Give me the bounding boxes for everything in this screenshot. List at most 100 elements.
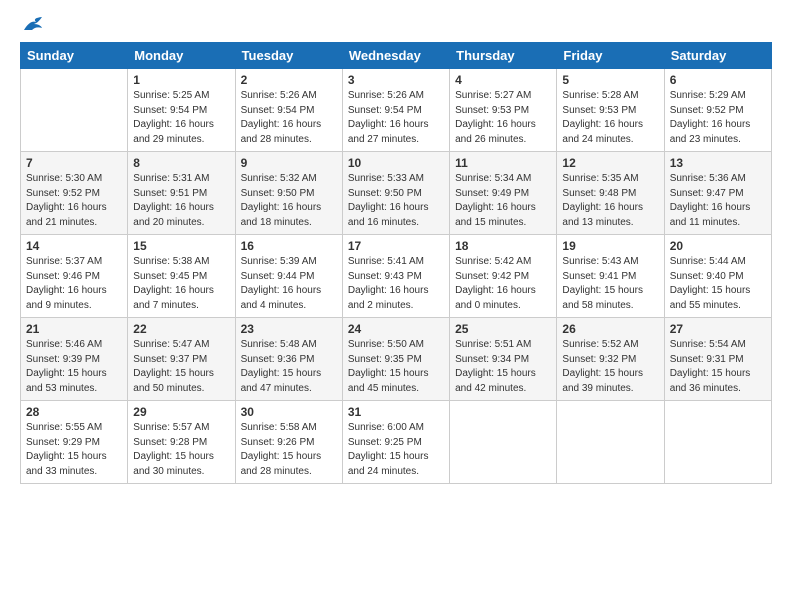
calendar-header-row: SundayMondayTuesdayWednesdayThursdayFrid…: [21, 43, 772, 69]
calendar-cell: 17 Sunrise: 5:41 AM Sunset: 9:43 PM Dayli…: [342, 235, 449, 318]
calendar-cell: 13 Sunrise: 5:36 AM Sunset: 9:47 PM Dayli…: [664, 152, 771, 235]
day-info: Sunrise: 5:42 AM Sunset: 9:42 PM Dayligh…: [455, 255, 551, 313]
day-number: 7: [26, 156, 122, 170]
calendar-day-header: Tuesday: [235, 43, 342, 69]
day-info: Sunrise: 5:30 AM Sunset: 9:52 PM Dayligh…: [26, 172, 122, 230]
calendar-cell: 14 Sunrise: 5:37 AM Sunset: 9:46 PM Dayli…: [21, 235, 128, 318]
day-info: Sunrise: 5:29 AM Sunset: 9:52 PM Dayligh…: [670, 89, 766, 147]
header: [20, 16, 772, 34]
calendar-cell: 12 Sunrise: 5:35 AM Sunset: 9:48 PM Dayli…: [557, 152, 664, 235]
day-info: Sunrise: 5:43 AM Sunset: 9:41 PM Dayligh…: [562, 255, 658, 313]
day-number: 2: [241, 73, 337, 87]
calendar-cell: 4Sunrise: 5:27 AM Sunset: 9:53 PM Daylig…: [450, 69, 557, 152]
day-info: Sunrise: 5:58 AM Sunset: 9:26 PM Dayligh…: [241, 421, 337, 479]
calendar-cell: [664, 401, 771, 484]
day-number: 29: [133, 405, 229, 419]
day-info: Sunrise: 6:00 AM Sunset: 9:25 PM Dayligh…: [348, 421, 444, 479]
calendar-cell: 15 Sunrise: 5:38 AM Sunset: 9:45 PM Dayli…: [128, 235, 235, 318]
calendar-cell: 29 Sunrise: 5:57 AM Sunset: 9:28 PM Dayli…: [128, 401, 235, 484]
day-info: Sunrise: 5:41 AM Sunset: 9:43 PM Dayligh…: [348, 255, 444, 313]
calendar-cell: 19 Sunrise: 5:43 AM Sunset: 9:41 PM Dayli…: [557, 235, 664, 318]
day-info: Sunrise: 5:35 AM Sunset: 9:48 PM Dayligh…: [562, 172, 658, 230]
day-info: Sunrise: 5:25 AM Sunset: 9:54 PM Dayligh…: [133, 89, 229, 147]
calendar-cell: 10 Sunrise: 5:33 AM Sunset: 9:50 PM Dayli…: [342, 152, 449, 235]
day-number: 8: [133, 156, 229, 170]
calendar-day-header: Wednesday: [342, 43, 449, 69]
day-info: Sunrise: 5:26 AM Sunset: 9:54 PM Dayligh…: [241, 89, 337, 147]
day-info: Sunrise: 5:34 AM Sunset: 9:49 PM Dayligh…: [455, 172, 551, 230]
day-info: Sunrise: 5:47 AM Sunset: 9:37 PM Dayligh…: [133, 338, 229, 396]
calendar-cell: 6 Sunrise: 5:29 AM Sunset: 9:52 PM Daylig…: [664, 69, 771, 152]
day-number: 26: [562, 322, 658, 336]
calendar-cell: 16 Sunrise: 5:39 AM Sunset: 9:44 PM Dayli…: [235, 235, 342, 318]
day-number: 19: [562, 239, 658, 253]
day-number: 22: [133, 322, 229, 336]
day-info: Sunrise: 5:36 AM Sunset: 9:47 PM Dayligh…: [670, 172, 766, 230]
calendar-cell: 27Sunrise: 5:54 AM Sunset: 9:31 PM Dayli…: [664, 318, 771, 401]
day-info: Sunrise: 5:52 AM Sunset: 9:32 PM Dayligh…: [562, 338, 658, 396]
calendar-week-row: 7 Sunrise: 5:30 AM Sunset: 9:52 PM Daylig…: [21, 152, 772, 235]
day-number: 10: [348, 156, 444, 170]
calendar-cell: 9Sunrise: 5:32 AM Sunset: 9:50 PM Daylig…: [235, 152, 342, 235]
day-info: Sunrise: 5:46 AM Sunset: 9:39 PM Dayligh…: [26, 338, 122, 396]
day-number: 1: [133, 73, 229, 87]
calendar-cell: [557, 401, 664, 484]
day-info: Sunrise: 5:37 AM Sunset: 9:46 PM Dayligh…: [26, 255, 122, 313]
calendar-cell: 30 Sunrise: 5:58 AM Sunset: 9:26 PM Dayli…: [235, 401, 342, 484]
day-info: Sunrise: 5:44 AM Sunset: 9:40 PM Dayligh…: [670, 255, 766, 313]
day-number: 13: [670, 156, 766, 170]
calendar-cell: 7 Sunrise: 5:30 AM Sunset: 9:52 PM Daylig…: [21, 152, 128, 235]
calendar-day-header: Saturday: [664, 43, 771, 69]
day-number: 15: [133, 239, 229, 253]
day-number: 30: [241, 405, 337, 419]
day-number: 17: [348, 239, 444, 253]
day-number: 14: [26, 239, 122, 253]
day-number: 23: [241, 322, 337, 336]
day-info: Sunrise: 5:50 AM Sunset: 9:35 PM Dayligh…: [348, 338, 444, 396]
day-number: 28: [26, 405, 122, 419]
calendar-week-row: 21 Sunrise: 5:46 AM Sunset: 9:39 PM Dayli…: [21, 318, 772, 401]
day-number: 25: [455, 322, 551, 336]
day-number: 20: [670, 239, 766, 253]
day-info: Sunrise: 5:26 AM Sunset: 9:54 PM Dayligh…: [348, 89, 444, 147]
calendar-day-header: Thursday: [450, 43, 557, 69]
day-info: Sunrise: 5:57 AM Sunset: 9:28 PM Dayligh…: [133, 421, 229, 479]
day-number: 24: [348, 322, 444, 336]
calendar-cell: 23 Sunrise: 5:48 AM Sunset: 9:36 PM Dayli…: [235, 318, 342, 401]
calendar-cell: 3 Sunrise: 5:26 AM Sunset: 9:54 PM Daylig…: [342, 69, 449, 152]
calendar-week-row: 1 Sunrise: 5:25 AM Sunset: 9:54 PM Daylig…: [21, 69, 772, 152]
page: SundayMondayTuesdayWednesdayThursdayFrid…: [0, 0, 792, 612]
calendar-cell: 24 Sunrise: 5:50 AM Sunset: 9:35 PM Dayli…: [342, 318, 449, 401]
calendar-day-header: Friday: [557, 43, 664, 69]
calendar-cell: 31Sunrise: 6:00 AM Sunset: 9:25 PM Dayli…: [342, 401, 449, 484]
day-number: 9: [241, 156, 337, 170]
calendar-cell: 8Sunrise: 5:31 AM Sunset: 9:51 PM Daylig…: [128, 152, 235, 235]
calendar-cell: 11Sunrise: 5:34 AM Sunset: 9:49 PM Dayli…: [450, 152, 557, 235]
calendar-cell: 18 Sunrise: 5:42 AM Sunset: 9:42 PM Dayli…: [450, 235, 557, 318]
day-number: 12: [562, 156, 658, 170]
calendar-cell: [450, 401, 557, 484]
day-info: Sunrise: 5:48 AM Sunset: 9:36 PM Dayligh…: [241, 338, 337, 396]
day-number: 4: [455, 73, 551, 87]
calendar-cell: 21 Sunrise: 5:46 AM Sunset: 9:39 PM Dayli…: [21, 318, 128, 401]
calendar-table: SundayMondayTuesdayWednesdayThursdayFrid…: [20, 42, 772, 484]
day-number: 18: [455, 239, 551, 253]
day-number: 21: [26, 322, 122, 336]
day-number: 5: [562, 73, 658, 87]
day-info: Sunrise: 5:38 AM Sunset: 9:45 PM Dayligh…: [133, 255, 229, 313]
day-info: Sunrise: 5:33 AM Sunset: 9:50 PM Dayligh…: [348, 172, 444, 230]
day-info: Sunrise: 5:28 AM Sunset: 9:53 PM Dayligh…: [562, 89, 658, 147]
calendar-week-row: 14 Sunrise: 5:37 AM Sunset: 9:46 PM Dayli…: [21, 235, 772, 318]
logo: [20, 16, 44, 34]
logo-bird-icon: [22, 16, 44, 34]
calendar-cell: 20 Sunrise: 5:44 AM Sunset: 9:40 PM Dayli…: [664, 235, 771, 318]
calendar-cell: 28Sunrise: 5:55 AM Sunset: 9:29 PM Dayli…: [21, 401, 128, 484]
calendar-cell: 1 Sunrise: 5:25 AM Sunset: 9:54 PM Daylig…: [128, 69, 235, 152]
day-number: 3: [348, 73, 444, 87]
calendar-day-header: Sunday: [21, 43, 128, 69]
calendar-week-row: 28Sunrise: 5:55 AM Sunset: 9:29 PM Dayli…: [21, 401, 772, 484]
day-info: Sunrise: 5:39 AM Sunset: 9:44 PM Dayligh…: [241, 255, 337, 313]
day-number: 6: [670, 73, 766, 87]
day-number: 16: [241, 239, 337, 253]
calendar-cell: [21, 69, 128, 152]
